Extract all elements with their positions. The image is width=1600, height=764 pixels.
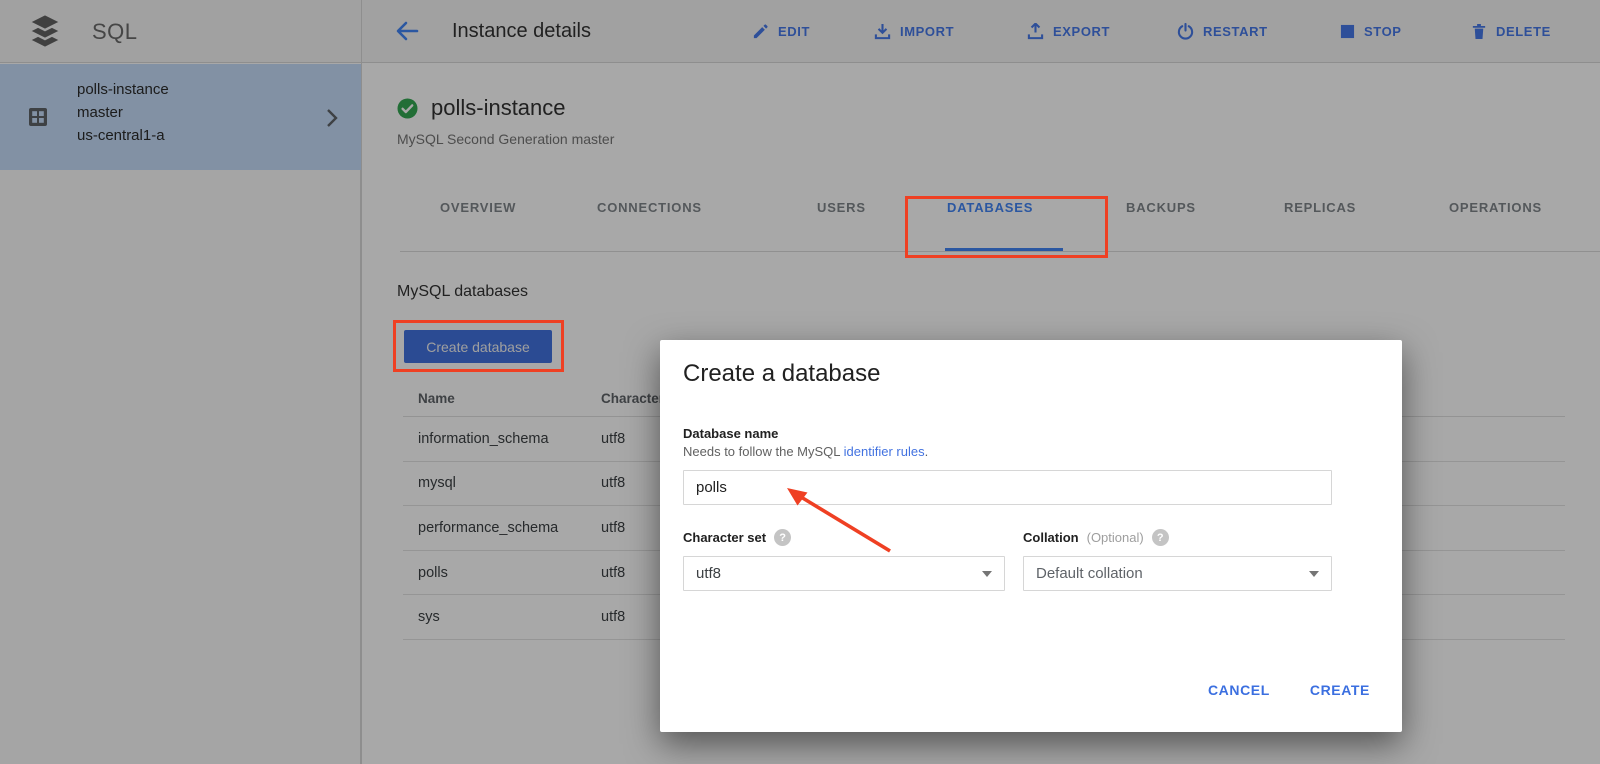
charset-help-icon[interactable]: ? — [774, 529, 791, 546]
database-name-helper: Needs to follow the MySQL identifier rul… — [683, 444, 928, 459]
database-name-label: Database name — [683, 426, 778, 441]
identifier-rules-link[interactable]: identifier rules — [844, 444, 925, 459]
collation-help-icon[interactable]: ? — [1152, 529, 1169, 546]
collation-value: Default collation — [1036, 565, 1309, 582]
dialog-title: Create a database — [683, 360, 880, 388]
database-name-input[interactable] — [683, 470, 1332, 505]
charset-select[interactable]: utf8 — [683, 556, 1005, 591]
charset-label-row: Character set ? — [683, 529, 791, 546]
collation-label: Collation — [1023, 530, 1079, 545]
cancel-button[interactable]: CANCEL — [1208, 682, 1270, 698]
chevron-down-icon — [982, 571, 992, 577]
helper-period: . — [925, 444, 929, 459]
page: SQL Instance details EDIT IMPORT — [0, 0, 1600, 764]
dialog-actions: CANCEL CREATE — [1208, 682, 1370, 698]
chevron-down-icon — [1309, 571, 1319, 577]
collation-select[interactable]: Default collation — [1023, 556, 1332, 591]
helper-text: Needs to follow the MySQL — [683, 444, 844, 459]
collation-optional-label: (Optional) — [1087, 530, 1144, 545]
charset-label: Character set — [683, 530, 766, 545]
collation-label-row: Collation (Optional) ? — [1023, 529, 1169, 546]
create-database-dialog: Create a database Database name Needs to… — [660, 340, 1402, 732]
dialog-create-button[interactable]: CREATE — [1310, 682, 1370, 698]
charset-value: utf8 — [696, 565, 982, 582]
